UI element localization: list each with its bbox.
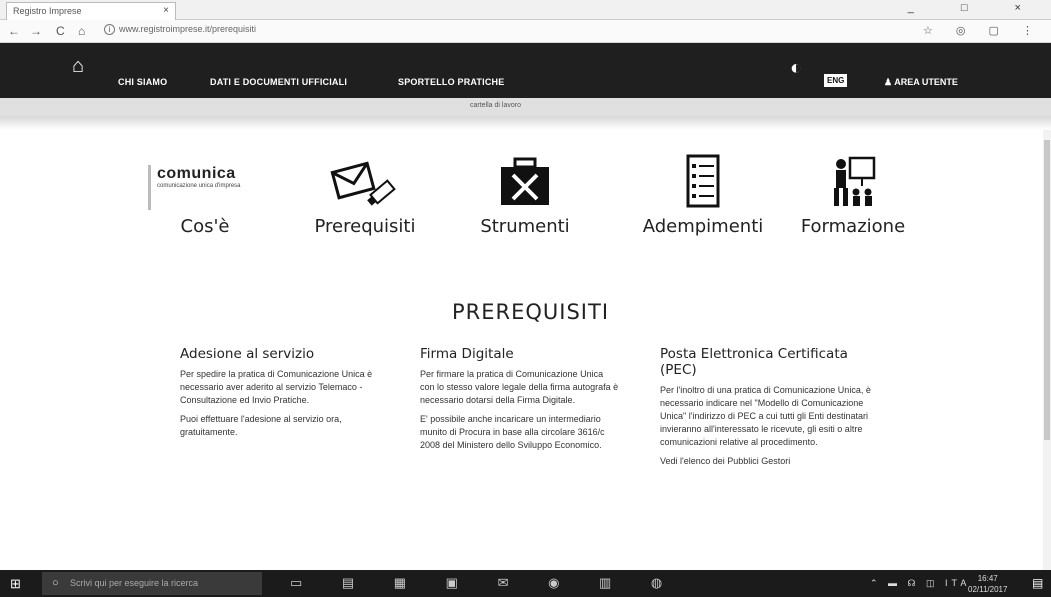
url-text: www.registroimprese.it/prerequisiti: [119, 24, 257, 34]
taskbar: ⊞ ○ Scrivi qui per eseguire la ricerca ▭…: [0, 570, 1051, 597]
address-bar: ← → C ⌂ i www.registroimprese.it/prerequi…: [0, 20, 1051, 43]
subbar-shadow: [0, 116, 1051, 130]
subbar: cartella di lavoro: [0, 98, 1051, 116]
browser-tab[interactable]: Registro Imprese ×: [6, 2, 176, 20]
scrollbar-thumb[interactable]: [1044, 140, 1050, 440]
clock[interactable]: 16:47 02/11/2017: [968, 573, 1007, 595]
category-formazione[interactable]: Formazione: [790, 150, 916, 237]
forward-icon[interactable]: →: [30, 24, 42, 38]
category-label: Prerequisiti: [314, 216, 416, 237]
column-paragraph: E' possibile anche incaricare un interme…: [420, 414, 605, 450]
envelope-usb-icon: [302, 150, 428, 210]
category-cose[interactable]: Cos'è: [150, 150, 260, 237]
reload-icon[interactable]: C: [56, 24, 65, 38]
column-pec: Posta Elettronica Certificata (PEC) Per …: [660, 346, 875, 474]
column-paragraph-link[interactable]: Vedi l'elenco dei Pubblici Gestori: [660, 455, 875, 468]
column-title: Firma Digitale: [420, 346, 514, 362]
site-navbar: ⌂ CHI SIAMO DATI E DOCUMENTI UFFICIALI S…: [0, 43, 1051, 98]
category-label: Strumenti: [480, 216, 570, 237]
category-label: Cos'è: [180, 216, 230, 237]
search-placeholder: Scrivi qui per eseguire la ricerca: [70, 578, 199, 588]
notification-icon[interactable]: ▤: [1032, 576, 1043, 590]
category-strumenti[interactable]: Strumenti: [462, 150, 588, 237]
info-icon[interactable]: i: [104, 24, 115, 35]
column-title: Posta Elettronica Certificata (PEC): [660, 346, 848, 378]
category-prerequisiti[interactable]: Prerequisiti: [302, 150, 428, 237]
taskbar-app-icons[interactable]: ▭ ▤ ▦ ▣ ✉ ◉ ▥ ◍: [290, 575, 680, 591]
presentation-icon: [790, 150, 916, 210]
checklist-icon: [628, 150, 778, 210]
extension-icons[interactable]: ☆ ◎ ▢ ⋮: [923, 24, 1043, 37]
url-field[interactable]: i www.registroimprese.it/prerequisiti: [104, 24, 804, 35]
taskbar-search[interactable]: ○ Scrivi qui per eseguire la ricerca: [42, 572, 262, 595]
windows-start-icon[interactable]: ⊞: [10, 576, 21, 592]
page-title: PREREQUISITI: [452, 300, 610, 324]
subbar-text[interactable]: cartella di lavoro: [470, 102, 521, 109]
window-controls[interactable]: _ □ ×: [908, 2, 1043, 14]
nav-chi-siamo[interactable]: CHI SIAMO: [118, 77, 167, 87]
globe-icon[interactable]: ◐: [790, 57, 802, 80]
nav-dati-documenti[interactable]: DATI E DOCUMENTI UFFICIALI: [210, 77, 347, 87]
column-adesione: Adesione al servizio Per spedire la prat…: [180, 346, 395, 445]
category-label: Adempimenti: [642, 216, 764, 237]
clock-time: 16:47: [977, 574, 998, 583]
column-paragraph-link[interactable]: Puoi effettuare l'adesione al servizio o…: [180, 413, 395, 439]
area-utente-link[interactable]: ♟ AREA UTENTE: [884, 77, 958, 88]
browser-tabbar: Registro Imprese × _ □ ×: [0, 0, 1051, 20]
column-paragraph: Per spedire la pratica di Comunicazione …: [180, 369, 373, 405]
area-utente-label: AREA UTENTE: [894, 77, 958, 87]
column-paragraph: Per firmare la pratica di Comunicazione …: [420, 369, 619, 405]
column-firma-digitale: Firma Digitale Per firmare la pratica di…: [420, 346, 620, 458]
system-tray[interactable]: ⌃ ▬ ☊ ◫ ITA: [870, 578, 970, 589]
home-icon[interactable]: ⌂: [78, 24, 85, 38]
toolbox-icon: [462, 150, 588, 210]
site-home-icon[interactable]: ⌂: [72, 55, 84, 78]
nav-sportello-pratiche[interactable]: SPORTELLO PRATICHE: [398, 77, 504, 87]
category-label: Formazione: [800, 216, 906, 237]
column-title: Adesione al servizio: [180, 346, 315, 362]
lang-switch[interactable]: ENG: [824, 74, 848, 87]
tab-title: Registro Imprese: [13, 6, 82, 16]
tab-close-icon[interactable]: ×: [163, 5, 169, 16]
clock-date: 02/11/2017: [968, 585, 1008, 594]
search-icon: ○: [52, 577, 59, 589]
comunica-icon-spacer: [150, 150, 260, 210]
category-adempimenti[interactable]: Adempimenti: [628, 150, 778, 237]
back-icon[interactable]: ←: [8, 24, 20, 38]
column-paragraph: Per l'inoltro di una pratica di Comunica…: [660, 385, 871, 447]
